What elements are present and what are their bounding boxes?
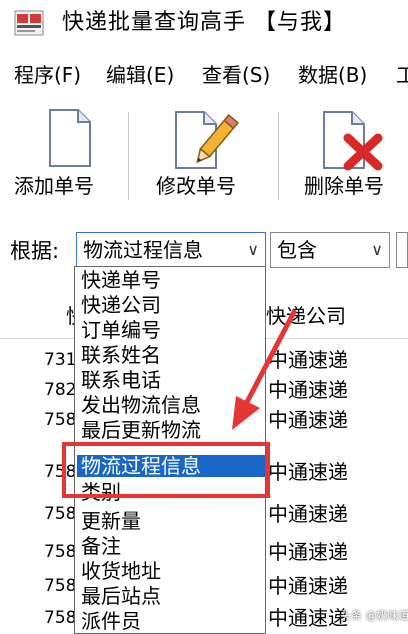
menu-data[interactable]: 数据(B)	[298, 60, 367, 90]
document-pencil-icon	[175, 111, 239, 169]
dropdown-option[interactable]: 发出物流信息	[81, 394, 201, 416]
column-header-company[interactable]: 快递公司	[266, 302, 346, 330]
dropdown-option[interactable]: 备注	[81, 535, 121, 557]
toolbar-separator	[128, 112, 129, 200]
edit-tracking-label: 修改单号	[156, 174, 236, 198]
filter-field-select[interactable]: 物流过程信息 ∨	[76, 232, 266, 268]
dropdown-option[interactable]: 联系电话	[81, 369, 161, 391]
dropdown-option[interactable]: 收货地址	[81, 560, 161, 582]
company-cell[interactable]: 中通速递	[268, 572, 348, 600]
company-cell[interactable]: 中通速递	[268, 406, 348, 434]
tracking-number-cell[interactable]: 758	[44, 538, 76, 566]
company-cell[interactable]: 中通速递	[268, 538, 348, 566]
tracking-number-cell[interactable]: 758	[44, 500, 76, 528]
menu-view[interactable]: 查看(S)	[202, 60, 270, 90]
dropdown-option[interactable]: 最后站点	[81, 585, 161, 607]
company-cell[interactable]: 中通速递	[268, 604, 348, 632]
tracking-number-cell[interactable]: 758	[44, 572, 76, 600]
menu-program[interactable]: 程序(F)	[14, 60, 81, 90]
watermark: 头条 @奶味道	[340, 609, 408, 622]
dropdown-option[interactable]: 快递公司	[81, 294, 161, 316]
toolbar: 添加单号 修改单号 删除单号	[0, 98, 408, 214]
filter-field-value: 物流过程信息	[83, 238, 203, 262]
toolbar-separator	[278, 112, 279, 200]
tracking-number-cell[interactable]: 782	[44, 376, 76, 404]
title-bar: 快递批量查询高手 【与我】	[0, 0, 408, 48]
company-cell[interactable]: 中通速递	[268, 346, 348, 374]
document-icon	[49, 109, 91, 167]
company-cell[interactable]: 中通速递	[268, 376, 348, 404]
add-tracking-button[interactable]: 添加单号	[10, 98, 114, 210]
dropdown-option[interactable]: 最后更新物流	[81, 419, 201, 441]
company-cell[interactable]: 中通速递	[268, 458, 348, 486]
dropdown-option[interactable]: 派件员	[81, 610, 141, 632]
dropdown-option[interactable]: 更新量	[81, 510, 141, 532]
document-delete-icon	[323, 111, 383, 171]
dropdown-option[interactable]: 订单编号	[81, 319, 161, 341]
company-cell[interactable]: 中通速递	[268, 500, 348, 528]
tracking-number-cell[interactable]: 731	[44, 346, 76, 374]
menu-edit[interactable]: 编辑(E)	[106, 60, 174, 90]
filter-condition-select[interactable]: 包含 ∨	[270, 232, 390, 268]
menu-tools[interactable]: 工	[396, 60, 408, 90]
filter-label: 根据:	[10, 239, 60, 263]
tracking-number-cell[interactable]: 758	[44, 604, 76, 632]
chevron-down-icon: ∨	[247, 240, 259, 259]
delete-tracking-button[interactable]: 删除单号	[300, 98, 408, 210]
edit-tracking-button[interactable]: 修改单号	[152, 98, 256, 210]
menu-bar: 程序(F) 编辑(E) 查看(S) 数据(B) 工	[0, 56, 408, 96]
tracking-number-cell[interactable]: 758	[44, 406, 76, 434]
delete-tracking-label: 删除单号	[304, 174, 384, 198]
add-tracking-label: 添加单号	[14, 174, 94, 198]
dropdown-option[interactable]: 联系姓名	[81, 344, 161, 366]
filter-condition-value: 包含	[277, 238, 317, 262]
chevron-down-icon: ∨	[371, 240, 383, 259]
dropdown-option[interactable]: 快递单号	[81, 269, 161, 291]
highlight-box	[62, 442, 270, 498]
filter-keyword-input[interactable]	[396, 232, 408, 268]
window-title: 快递批量查询高手 【与我】	[62, 10, 346, 35]
app-logo-icon	[14, 10, 44, 36]
